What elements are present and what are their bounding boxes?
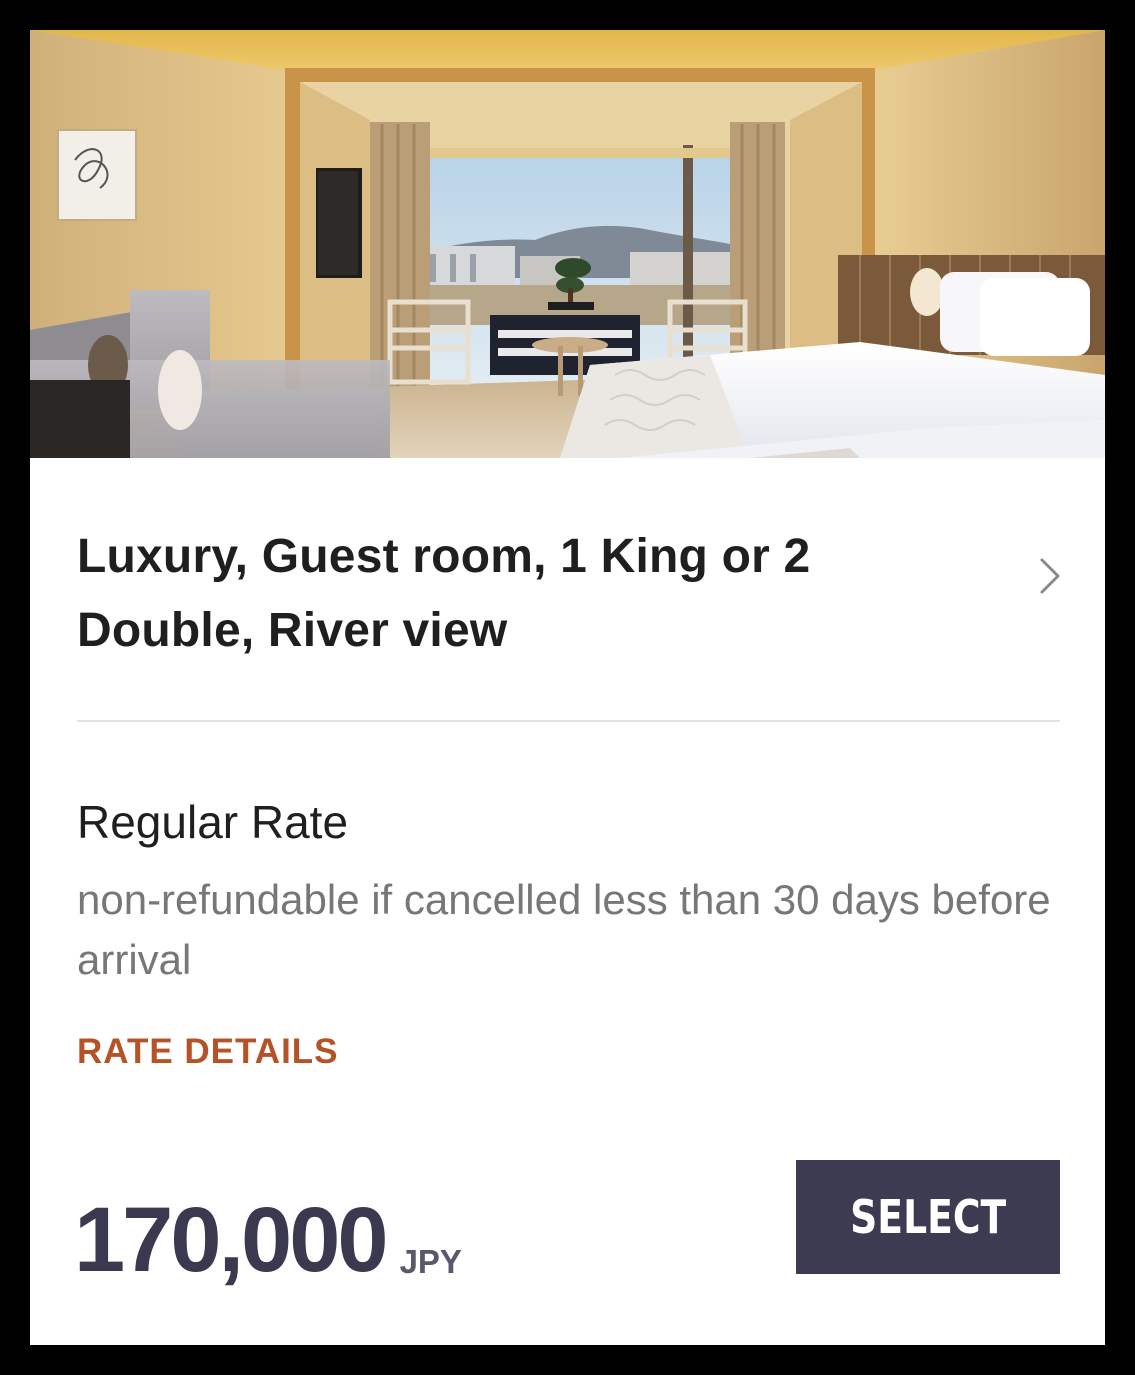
section-divider <box>77 720 1060 722</box>
room-title-row[interactable]: Luxury, Guest room, 1 King or 2 Double, … <box>77 520 1067 670</box>
chevron-right-icon[interactable] <box>1033 556 1067 596</box>
price-amount: 170,000 <box>74 1189 389 1291</box>
rate-name: Regular Rate <box>77 796 349 848</box>
price-currency: JPY <box>399 1243 462 1280</box>
select-button[interactable]: SELECT <box>796 1160 1060 1274</box>
rate-details-link[interactable]: RATE DETAILS <box>77 1030 339 1074</box>
select-button-label: SELECT <box>849 1190 1007 1244</box>
price: 170,000 JPY <box>74 1180 462 1290</box>
room-card: Luxury, Guest room, 1 King or 2 Double, … <box>30 30 1105 1345</box>
room-title[interactable]: Luxury, Guest room, 1 King or 2 Double, … <box>77 520 957 668</box>
rate-description: non-refundable if cancelled less than 30… <box>77 876 1051 983</box>
room-photo[interactable] <box>30 30 1105 458</box>
